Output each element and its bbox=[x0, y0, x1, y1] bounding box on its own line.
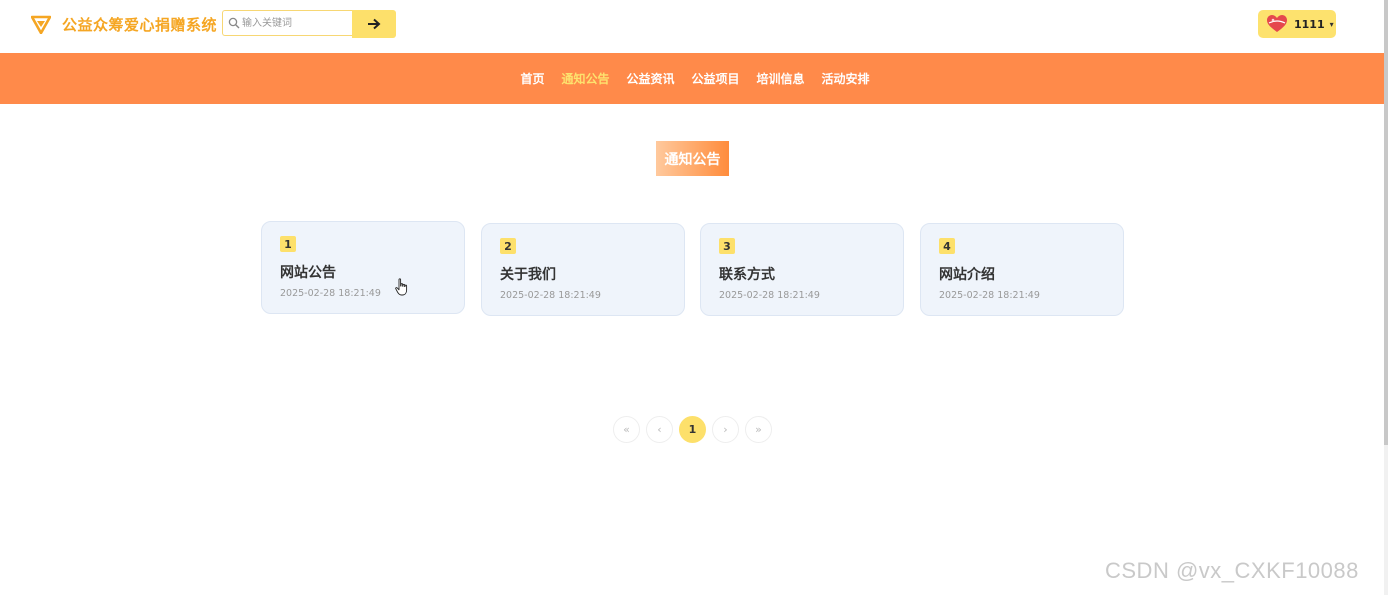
hand-cursor-icon bbox=[395, 278, 408, 296]
chevron-down-icon: ▾ bbox=[1329, 19, 1334, 29]
nav-list: 首页 通知公告 公益资讯 公益项目 培训信息 活动安排 bbox=[0, 53, 1384, 104]
user-menu-button[interactable]: 1111 ▾ bbox=[1258, 10, 1336, 38]
next-page-button[interactable]: › bbox=[712, 416, 739, 443]
nav-item-projects[interactable]: 公益项目 bbox=[683, 70, 748, 87]
nav-item-home[interactable]: 首页 bbox=[512, 70, 553, 87]
search-box bbox=[222, 10, 352, 36]
notice-index-badge: 2 bbox=[500, 238, 516, 254]
search-icon bbox=[228, 17, 240, 29]
avatar bbox=[1267, 15, 1287, 32]
page-scrollbar[interactable] bbox=[1384, 0, 1388, 595]
section-title: 通知公告 bbox=[656, 141, 729, 176]
last-page-button[interactable]: » bbox=[745, 416, 772, 443]
notice-title[interactable]: 关于我们 bbox=[500, 264, 556, 284]
top-header: 公益众筹爱心捐赠系统 1111 ▾ bbox=[0, 0, 1384, 53]
nav-item-training[interactable]: 培训信息 bbox=[748, 70, 813, 87]
search-button[interactable] bbox=[352, 10, 396, 38]
notice-index-badge: 4 bbox=[939, 238, 955, 254]
notice-card[interactable]: 1 网站公告 2025-02-28 18:21:49 bbox=[261, 221, 465, 314]
username: 1111 bbox=[1294, 17, 1325, 31]
notice-date: 2025-02-28 18:21:49 bbox=[939, 290, 1040, 301]
notice-card[interactable]: 4 网站介绍 2025-02-28 18:21:49 bbox=[920, 223, 1124, 316]
watermark: CSDN @vx_CXKF10088 bbox=[1105, 558, 1359, 583]
notice-card[interactable]: 3 联系方式 2025-02-28 18:21:49 bbox=[700, 223, 904, 316]
nav-item-notices[interactable]: 通知公告 bbox=[553, 70, 618, 87]
current-page-button[interactable]: 1 bbox=[679, 416, 706, 443]
notice-index-badge: 3 bbox=[719, 238, 735, 254]
notice-date: 2025-02-28 18:21:49 bbox=[719, 290, 820, 301]
arrow-right-icon bbox=[368, 18, 381, 30]
main-nav: 首页 通知公告 公益资讯 公益项目 培训信息 活动安排 bbox=[0, 53, 1384, 104]
notice-date: 2025-02-28 18:21:49 bbox=[500, 290, 601, 301]
notice-date: 2025-02-28 18:21:49 bbox=[280, 288, 381, 299]
notice-title[interactable]: 网站公告 bbox=[280, 262, 336, 282]
notice-card[interactable]: 2 关于我们 2025-02-28 18:21:49 bbox=[481, 223, 685, 316]
site-title[interactable]: 公益众筹爱心捐赠系统 bbox=[62, 14, 217, 35]
nav-item-news[interactable]: 公益资讯 bbox=[618, 70, 683, 87]
search-input[interactable] bbox=[242, 14, 348, 32]
scrollbar-thumb[interactable] bbox=[1384, 0, 1388, 445]
nav-item-activities[interactable]: 活动安排 bbox=[813, 70, 878, 87]
notice-title[interactable]: 联系方式 bbox=[719, 264, 775, 284]
prev-page-button[interactable]: ‹ bbox=[646, 416, 673, 443]
notice-index-badge: 1 bbox=[280, 236, 296, 252]
first-page-button[interactable]: « bbox=[613, 416, 640, 443]
logo-icon[interactable] bbox=[31, 14, 51, 34]
notice-title[interactable]: 网站介绍 bbox=[939, 264, 995, 284]
